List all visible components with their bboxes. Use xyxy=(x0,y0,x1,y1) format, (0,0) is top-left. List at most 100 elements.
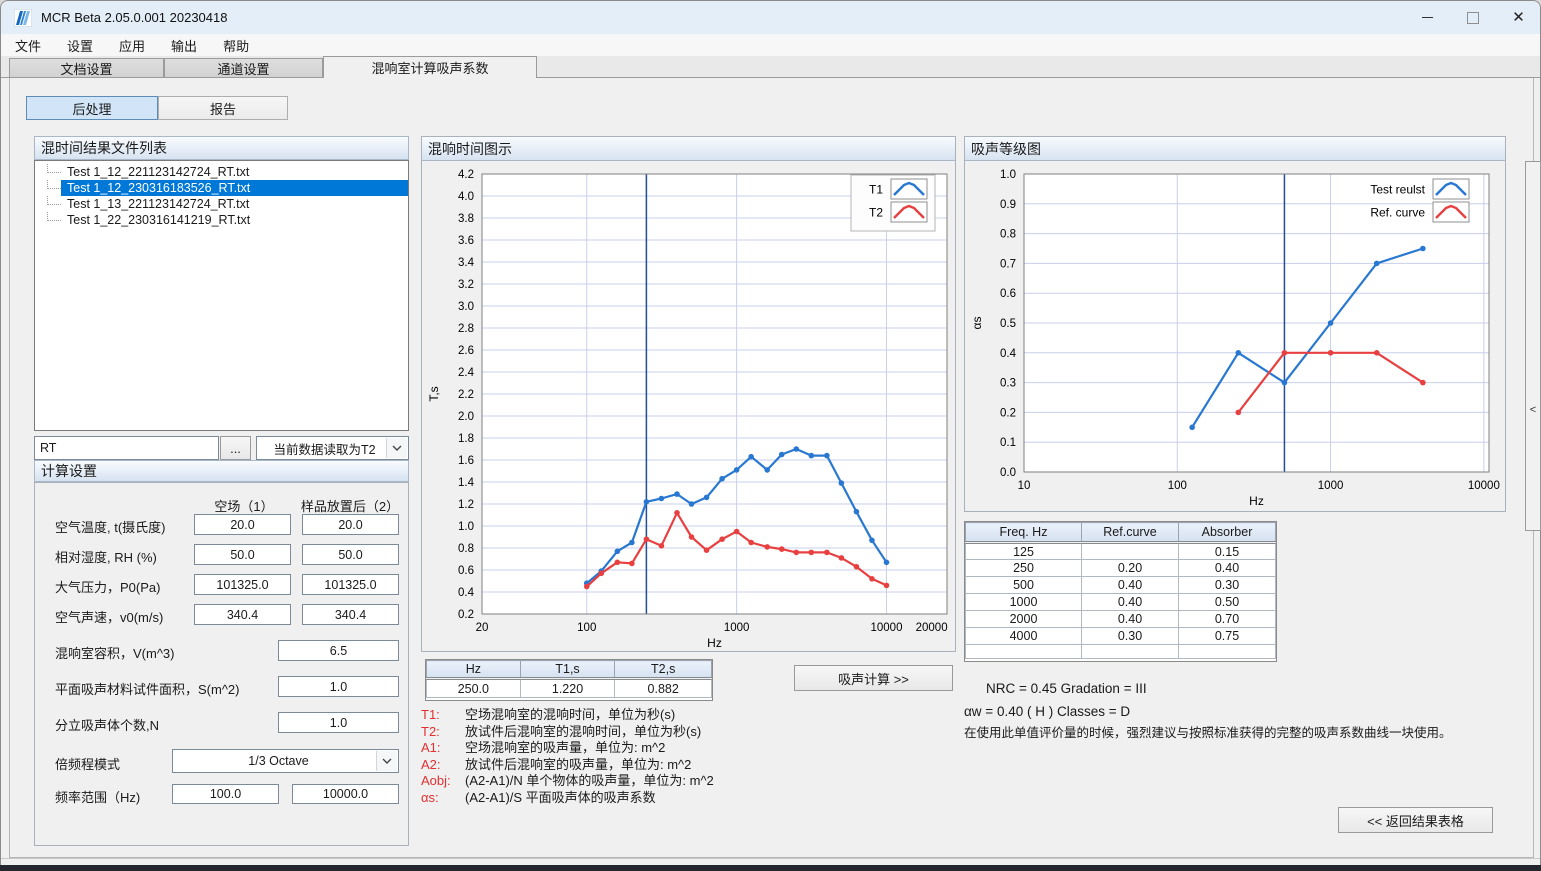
rt-name-input[interactable]: RT xyxy=(34,436,219,460)
menu-help[interactable]: 帮助 xyxy=(217,34,255,57)
menu-apply[interactable]: 应用 xyxy=(113,34,151,57)
file-list: Test 1_12_221123142724_RT.txt Test 1_12_… xyxy=(34,160,409,431)
air-temp-field-2[interactable]: 20.0 xyxy=(302,514,399,535)
svg-text:1.4: 1.4 xyxy=(458,477,475,489)
menu-settings[interactable]: 设置 xyxy=(61,34,99,57)
absorber-count-field[interactable]: 1.0 xyxy=(278,712,399,733)
humidity-label: 相对湿度, RH (%) xyxy=(55,547,157,566)
svg-text:10000: 10000 xyxy=(1468,480,1500,492)
rt-chart[interactable]: 0.20.40.60.81.01.21.41.61.82.02.22.42.62… xyxy=(422,161,955,651)
subtab-postprocess[interactable]: 后处理 xyxy=(26,96,158,120)
file-item-selected[interactable]: Test 1_12_230316183526_RT.txt xyxy=(35,180,408,196)
tree-connector-icon xyxy=(47,180,61,189)
tab-channel-settings[interactable]: 通道设置 xyxy=(164,58,323,77)
room-volume-field[interactable]: 6.5 xyxy=(278,640,399,661)
file-item[interactable]: Test 1_22_230316141219_RT.txt xyxy=(35,212,408,228)
sample-area-field[interactable]: 1.0 xyxy=(278,676,399,697)
svg-text:T,s: T,s xyxy=(427,386,441,401)
grade-row[interactable]: 5000.400.30 xyxy=(966,577,1276,594)
absorption-calc-button[interactable]: 吸声计算 >> xyxy=(794,665,953,691)
svg-text:100: 100 xyxy=(577,622,596,634)
panel-collapse-handle[interactable]: < xyxy=(1525,161,1541,531)
main-tab-strip: 文档设置 通道设置 混响室计算吸声系数 xyxy=(1,56,1540,78)
svg-text:10: 10 xyxy=(1018,480,1031,492)
grade-chart[interactable]: 0.00.10.20.30.40.50.60.70.80.91.01010010… xyxy=(965,161,1505,511)
svg-text:2.4: 2.4 xyxy=(458,367,475,379)
back-to-results-button[interactable]: << 返回结果表格 xyxy=(1338,807,1493,833)
calc-settings-header: 计算设置 xyxy=(34,460,409,482)
grade-row[interactable]: 40000.300.75 xyxy=(966,628,1276,645)
svg-text:3.8: 3.8 xyxy=(458,213,474,225)
svg-text:0.0: 0.0 xyxy=(1000,467,1016,479)
grade-table-wrap: Freq. Hz Ref.curve Absorber 1250.15 2500… xyxy=(964,521,1277,662)
svg-text:2.0: 2.0 xyxy=(458,411,474,423)
svg-text:0.3: 0.3 xyxy=(1000,378,1016,390)
close-button[interactable]: ✕ xyxy=(1495,1,1541,34)
svg-text:Test reulst: Test reulst xyxy=(1370,183,1425,197)
subtab-report[interactable]: 报告 xyxy=(158,96,288,120)
svg-text:100: 100 xyxy=(1168,480,1187,492)
data-read-as-combo[interactable]: 当前数据读取为T2 xyxy=(256,436,409,460)
sound-speed-field-2[interactable]: 340.4 xyxy=(302,604,399,625)
note-key: Aobj: xyxy=(421,773,465,790)
tree-connector-icon xyxy=(47,212,61,221)
svg-text:Hz: Hz xyxy=(707,636,722,650)
rt-table-row[interactable]: 250.0 1.220 0.882 xyxy=(427,679,712,698)
tab-reverb-room-absorption[interactable]: 混响室计算吸声系数 xyxy=(323,56,537,78)
chevron-down-icon[interactable] xyxy=(376,751,397,771)
grade-row[interactable]: 10000.400.50 xyxy=(966,594,1276,611)
close-icon: ✕ xyxy=(1512,10,1525,25)
file-list-header: 混时间结果文件列表 xyxy=(34,136,409,160)
tree-connector-icon xyxy=(47,196,61,205)
svg-text:0.8: 0.8 xyxy=(1000,229,1016,241)
svg-text:20: 20 xyxy=(476,622,489,634)
pressure-field-1[interactable]: 101325.0 xyxy=(194,574,291,595)
usage-note: 在使用此单值评价量的时候，强烈建议与按照标准获得的完整的吸声系数曲线一块使用。 xyxy=(964,722,1452,741)
rt-table-header-hz: Hz xyxy=(427,661,521,679)
app-window: MCR Beta 2.05.0.001 20230418 ✕ 文件 设置 应用 … xyxy=(0,0,1541,871)
grade-header-absorber: Absorber xyxy=(1179,523,1276,543)
svg-text:0.2: 0.2 xyxy=(458,609,474,621)
maximize-button[interactable] xyxy=(1450,1,1495,34)
svg-text:0.1: 0.1 xyxy=(1000,437,1016,449)
grade-row-empty xyxy=(966,645,1276,659)
col-header-with-sample: 样品放置后（2） xyxy=(285,496,415,515)
tab-document-settings[interactable]: 文档设置 xyxy=(9,58,164,77)
menu-output[interactable]: 输出 xyxy=(165,34,203,57)
svg-text:4.0: 4.0 xyxy=(458,191,474,203)
svg-text:0.6: 0.6 xyxy=(458,565,474,577)
grade-chart-panel: 吸声等级图 0.00.10.20.30.40.50.60.70.80.91.01… xyxy=(964,136,1506,512)
svg-text:3.6: 3.6 xyxy=(458,235,474,247)
humidity-field-1[interactable]: 50.0 xyxy=(194,544,291,565)
app-icon xyxy=(14,9,32,27)
menu-file[interactable]: 文件 xyxy=(9,34,47,57)
minimize-icon xyxy=(1422,17,1433,18)
grade-header-freq: Freq. Hz xyxy=(966,523,1082,543)
legend-notes: T1:空场混响室的混响时间，单位为秒(s) T2:放试件后混响室的混响时间，单位… xyxy=(421,707,714,806)
chevron-down-icon[interactable] xyxy=(386,438,407,458)
svg-text:1000: 1000 xyxy=(1318,480,1344,492)
sound-speed-field-1[interactable]: 340.4 xyxy=(194,604,291,625)
octave-mode-combo[interactable]: 1/3 Octave xyxy=(172,749,399,773)
grade-row[interactable]: 20000.400.70 xyxy=(966,611,1276,628)
svg-text:3.2: 3.2 xyxy=(458,279,474,291)
data-read-as-value: 当前数据读取为T2 xyxy=(273,439,391,458)
svg-text:0.9: 0.9 xyxy=(1000,199,1016,211)
octave-mode-value: 1/3 Octave xyxy=(248,754,322,768)
pressure-field-2[interactable]: 101325.0 xyxy=(302,574,399,595)
file-item[interactable]: Test 1_12_221123142724_RT.txt xyxy=(35,164,408,180)
svg-text:1.6: 1.6 xyxy=(458,455,474,467)
freq-min-field[interactable]: 100.0 xyxy=(172,784,279,804)
browse-button[interactable]: ... xyxy=(220,436,251,460)
file-item[interactable]: Test 1_13_221123142724_RT.txt xyxy=(35,196,408,212)
minimize-button[interactable] xyxy=(1405,1,1450,34)
freq-max-field[interactable]: 10000.0 xyxy=(292,784,399,804)
svg-text:αs: αs xyxy=(970,317,984,330)
rt-value-table: Hz T1,s T2,s 250.0 1.220 0.882 xyxy=(426,660,712,698)
svg-text:0.7: 0.7 xyxy=(1000,258,1016,270)
grade-row[interactable]: 2500.200.40 xyxy=(966,560,1276,577)
air-temp-field-1[interactable]: 20.0 xyxy=(194,514,291,535)
pressure-label: 大气压力，P0(Pa) xyxy=(55,577,160,596)
grade-row[interactable]: 1250.15 xyxy=(966,543,1276,560)
humidity-field-2[interactable]: 50.0 xyxy=(302,544,399,565)
